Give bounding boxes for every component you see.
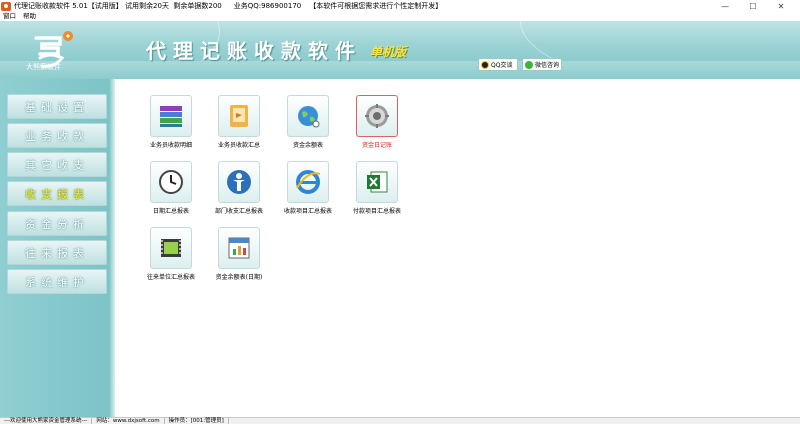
app-icon — [1, 1, 11, 11]
wechat-button[interactable]: 微信咨询 — [522, 58, 562, 71]
qq-chat-label: QQ交谈 — [491, 62, 513, 69]
header-banner: 大熊家软件 代理记账收款软件 单机版 — [0, 21, 800, 79]
banner-band — [0, 61, 800, 79]
calendar-chart-icon — [228, 237, 250, 259]
books-icon — [160, 106, 182, 127]
gear-icon — [365, 104, 389, 128]
nav-business-receipts[interactable]: 业务收款 — [7, 123, 107, 148]
tile-label: 资金余额表(日期) — [215, 274, 263, 281]
menu-window[interactable]: 窗口 — [0, 12, 20, 21]
custom-note: 【本软件可根据您需求进行个性定制开发】 — [309, 2, 443, 10]
excel-icon — [367, 171, 388, 193]
nav-income-expense-reports[interactable]: 收支报表 — [7, 181, 107, 206]
nav-system-maintenance[interactable]: 系统维护 — [7, 269, 107, 294]
tile-fund-journal[interactable]: 资金日记账 — [347, 95, 407, 155]
maximize-button[interactable]: ☐ — [740, 0, 766, 12]
window-titlebar: 代理记账收款软件 5.01【试用版】 试用剩余20天 剩余单据数200 业务QQ… — [0, 0, 800, 12]
person-icon — [227, 170, 251, 194]
globe-icon — [298, 106, 320, 128]
tile-label: 付款项目汇总报表 — [352, 208, 401, 215]
close-button[interactable]: ✕ — [768, 0, 794, 12]
status-bar: ---欢迎使用大熊家资金管理系统--- 网站：www.dxjsoft.com 操… — [0, 417, 800, 424]
wechat-icon — [525, 60, 533, 69]
nav-other-income-expense[interactable]: 其它收支 — [7, 152, 107, 177]
status-welcome: ---欢迎使用大熊家资金管理系统--- — [0, 418, 93, 424]
status-website: 网站：www.dxjsoft.com — [92, 418, 165, 424]
folder-icon — [230, 105, 248, 127]
menu-help[interactable]: 帮助 — [20, 12, 40, 21]
window-title: 代理记账收款软件 5.01【试用版】 试用剩余20天 剩余单据数200 — [14, 2, 222, 10]
sidebar: 基础设置 业务收款 其它收支 收支报表 资金分析 往来报表 系统维护 — [0, 79, 115, 417]
wechat-label: 微信咨询 — [535, 62, 560, 69]
tile-payment-item-summary-report[interactable]: 付款项目汇总报表 — [347, 161, 407, 221]
qq-chat-button[interactable]: QQ交谈 — [478, 58, 518, 71]
app-title: 代理记账收款软件 — [146, 39, 362, 63]
tile-label: 资金日记账 — [361, 142, 392, 149]
status-operator: 操作员：[001:管理员] — [165, 418, 229, 424]
report-panel: 业务员收款明细 业务员收款汇总 资金余额表 资金日记账 日期汇总报表 部门收支汇… — [115, 79, 800, 417]
logo-text: 大熊家软件 — [26, 63, 61, 71]
minimize-button[interactable]: — — [712, 0, 738, 12]
menu-bar: 窗口 帮助 — [0, 12, 800, 21]
nav-basic-settings[interactable]: 基础设置 — [7, 94, 107, 119]
qq-icon — [481, 60, 489, 69]
nav-account-reports[interactable]: 往来报表 — [7, 240, 107, 265]
clock-icon — [159, 170, 183, 194]
film-icon — [161, 239, 181, 257]
contact-qq: 业务QQ:986900170 — [233, 2, 302, 10]
edition-label: 单机版 — [370, 45, 407, 59]
ie-browser-icon — [296, 170, 321, 194]
nav-fund-analysis[interactable]: 资金分析 — [7, 211, 107, 236]
tile-fund-balance-by-date[interactable]: 资金余额表(日期) — [209, 227, 269, 287]
